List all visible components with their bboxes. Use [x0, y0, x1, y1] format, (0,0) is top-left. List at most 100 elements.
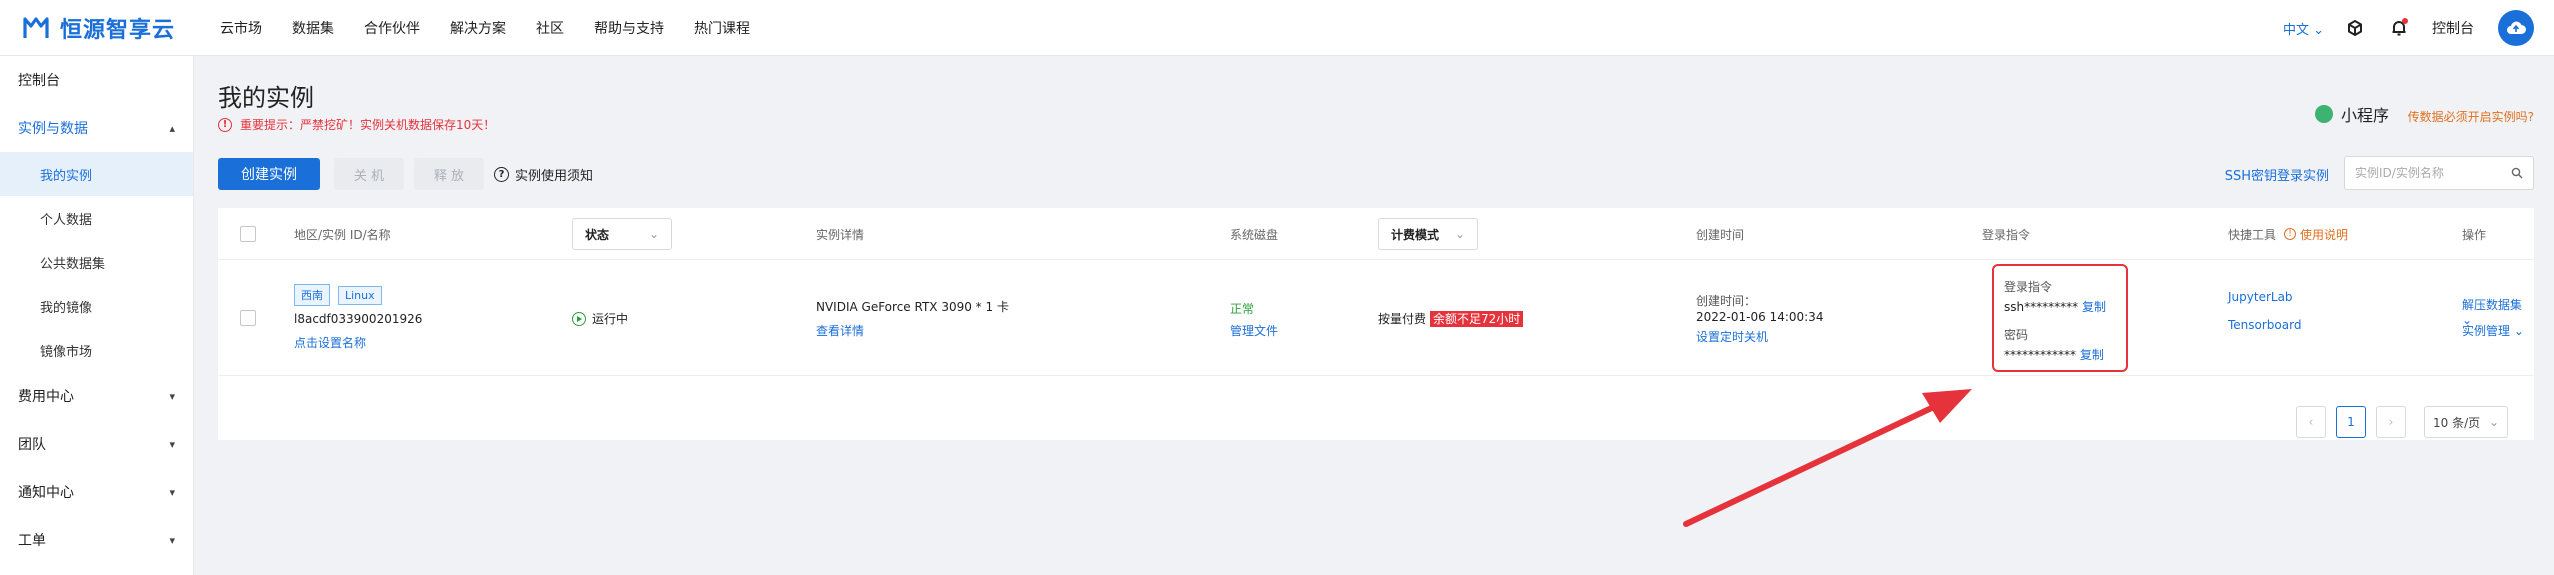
disk-status: 正常	[1230, 302, 1255, 316]
nav-datasets[interactable]: 数据集	[292, 18, 334, 38]
bell-icon[interactable]	[2388, 17, 2410, 39]
region-cell: 西南 Linux	[294, 284, 390, 306]
console-link[interactable]: 控制台	[2432, 18, 2474, 38]
sidebar-item-label: 团队	[18, 437, 46, 453]
col-disk: 系统磁盘	[1230, 227, 1279, 242]
chevron-down-icon: ▾	[169, 389, 175, 403]
avatar[interactable]	[2498, 10, 2534, 46]
sidebar-item-public-datasets[interactable]: 公共数据集	[0, 240, 193, 284]
col-tools: 快捷工具 ! 使用说明	[2228, 208, 2348, 260]
set-name-link[interactable]: 点击设置名称	[294, 334, 366, 351]
tools-help-link[interactable]: ! 使用说明	[2284, 226, 2348, 243]
sidebar-item-label: 费用中心	[18, 389, 74, 405]
instance-search[interactable]	[2344, 156, 2534, 190]
search-icon[interactable]	[2511, 167, 2523, 179]
cube-icon[interactable]	[2344, 17, 2366, 39]
sidebar-item-label: 控制台	[18, 73, 60, 89]
login-command-row: ssh********* 复制	[2004, 298, 2106, 315]
created-label: 创建时间：	[1696, 294, 1757, 308]
sidebar-item-image-market[interactable]: 镜像市场	[0, 328, 193, 372]
cloud-icon	[2507, 21, 2526, 34]
sidebar-item-label: 工单	[18, 533, 46, 549]
nav-community[interactable]: 社区	[536, 18, 564, 38]
chevron-down-icon: ⌄	[1454, 227, 1465, 241]
col-billing-cell: 计费模式 ⌄	[1378, 208, 1478, 260]
shutdown-button[interactable]: 关 机	[334, 158, 404, 190]
usage-notice-label: 实例使用须知	[515, 168, 594, 184]
col-tools-label: 快捷工具	[2228, 227, 2277, 242]
sidebar-item-my-instances[interactable]: 我的实例	[0, 152, 193, 196]
manage-files-link[interactable]: 管理文件	[1230, 322, 1278, 339]
sidebar-item-personal-data[interactable]: 个人数据	[0, 196, 193, 240]
mini-program-link[interactable]: 小程序	[2314, 102, 2389, 126]
sidebar-item-label: 实例与数据	[18, 121, 88, 137]
billing-text: 按量付费	[1378, 312, 1427, 326]
search-input[interactable]	[2355, 166, 2505, 180]
auto-shutdown-link[interactable]: 设置定时关机	[1696, 328, 1768, 345]
ssh-key-login-link[interactable]: SSH密钥登录实例	[2225, 158, 2329, 190]
sidebar: 控制台 实例与数据 ▴ 我的实例 个人数据 公共数据集 我的镜像 镜像市场 费用…	[0, 56, 194, 575]
sidebar-group-tickets[interactable]: 工单 ▾	[0, 516, 193, 564]
billing-filter[interactable]: 计费模式 ⌄	[1378, 218, 1478, 250]
status-filter[interactable]: 状态 ⌄	[572, 218, 672, 250]
login-command-highlight: 登录指令 ssh********* 复制 密码 ************ 复制	[1992, 264, 2128, 372]
billing-cell: 按量付费 余额不足72小时	[1378, 310, 1524, 327]
chevron-right-icon: ›	[2388, 415, 2394, 429]
mini-program-icon	[2314, 105, 2333, 123]
gpu-spec: NVIDIA GeForce RTX 3090 * 1 卡	[816, 300, 1009, 314]
view-detail-link[interactable]: 查看详情	[816, 322, 864, 339]
col-created: 创建时间	[1696, 227, 1745, 242]
created-time: 2022-01-06 14:00:34	[1696, 310, 1824, 324]
tensorboard-link[interactable]: Tensorboard	[2228, 318, 2301, 332]
col-detail: 实例详情	[816, 227, 865, 242]
main-nav: 云市场 数据集 合作伙伴 解决方案 社区 帮助与支持 热门课程	[220, 0, 780, 56]
sidebar-item-console[interactable]: 控制台	[0, 56, 193, 104]
prev-page-button[interactable]: ‹	[2296, 406, 2326, 438]
next-page-button[interactable]: ›	[2376, 406, 2406, 438]
nav-courses[interactable]: 热门课程	[694, 18, 750, 38]
sidebar-group-team[interactable]: 团队 ▾	[0, 420, 193, 468]
copy-login-button[interactable]: 复制	[2082, 300, 2106, 314]
nav-partners[interactable]: 合作伙伴	[364, 18, 420, 38]
language-switch[interactable]: 中文 ⌄	[2283, 19, 2324, 38]
instance-id: l8acdf033900201926	[294, 312, 423, 326]
page-number-button[interactable]: 1	[2336, 406, 2366, 438]
select-all-checkbox[interactable]	[240, 226, 256, 242]
info-icon: !	[2284, 228, 2297, 240]
login-command-label: 登录指令	[2004, 280, 2053, 294]
usage-notice-link[interactable]: ? 实例使用须知	[494, 158, 593, 190]
chevron-down-icon: ▾	[169, 485, 175, 499]
create-instance-button[interactable]: 创建实例	[218, 158, 320, 190]
chevron-up-icon: ▴	[169, 121, 175, 135]
upload-tip-link[interactable]: 传数据必须开启实例吗?	[2408, 108, 2534, 125]
select-all-cell	[240, 208, 256, 260]
chevron-down-icon: ⌄	[2313, 22, 2324, 38]
instance-table: 地区/实例 ID/名称 状态 ⌄ 实例详情 系统磁盘 计费模式 ⌄ 创建时间 登录指…	[218, 208, 2534, 440]
balance-warning-badge: 余额不足72小时	[1430, 311, 1524, 327]
question-icon: ?	[494, 166, 509, 182]
sidebar-group-billing[interactable]: 费用中心 ▾	[0, 372, 193, 420]
row-checkbox[interactable]	[240, 310, 256, 326]
nav-solutions[interactable]: 解决方案	[450, 18, 506, 38]
instance-manage-menu[interactable]: 实例管理 ⌄	[2462, 322, 2524, 339]
sidebar-group-notifications[interactable]: 通知中心 ▾	[0, 468, 193, 516]
mini-program-label: 小程序	[2340, 106, 2389, 125]
col-login: 登录指令	[1982, 227, 2031, 242]
page-title: 我的实例	[218, 84, 314, 112]
col-ops: 操作	[2462, 227, 2487, 242]
warning-banner: ! 重要提示：严禁挖矿！实例关机数据保存10天！	[218, 116, 495, 133]
table-row: 西南 Linux l8acdf033900201926 点击设置名称 运行中 NV…	[218, 260, 2534, 376]
brand-logo[interactable]: 恒源智享云	[22, 12, 175, 44]
jupyterlab-link[interactable]: JupyterLab	[2228, 290, 2293, 304]
nav-cloud-market[interactable]: 云市场	[220, 18, 262, 38]
sidebar-group-instances[interactable]: 实例与数据 ▴	[0, 104, 193, 152]
page-size-select[interactable]: 10 条/页 ⌄	[2424, 406, 2508, 438]
copy-password-button[interactable]: 复制	[2080, 348, 2104, 362]
brand-name: 恒源智享云	[60, 18, 176, 43]
release-button[interactable]: 释 放	[414, 158, 484, 190]
notification-dot	[2402, 18, 2408, 24]
nav-help[interactable]: 帮助与支持	[594, 18, 664, 38]
instance-manage-label: 实例管理	[2462, 324, 2511, 338]
password-value: ************	[2004, 348, 2076, 362]
sidebar-item-my-images[interactable]: 我的镜像	[0, 284, 193, 328]
